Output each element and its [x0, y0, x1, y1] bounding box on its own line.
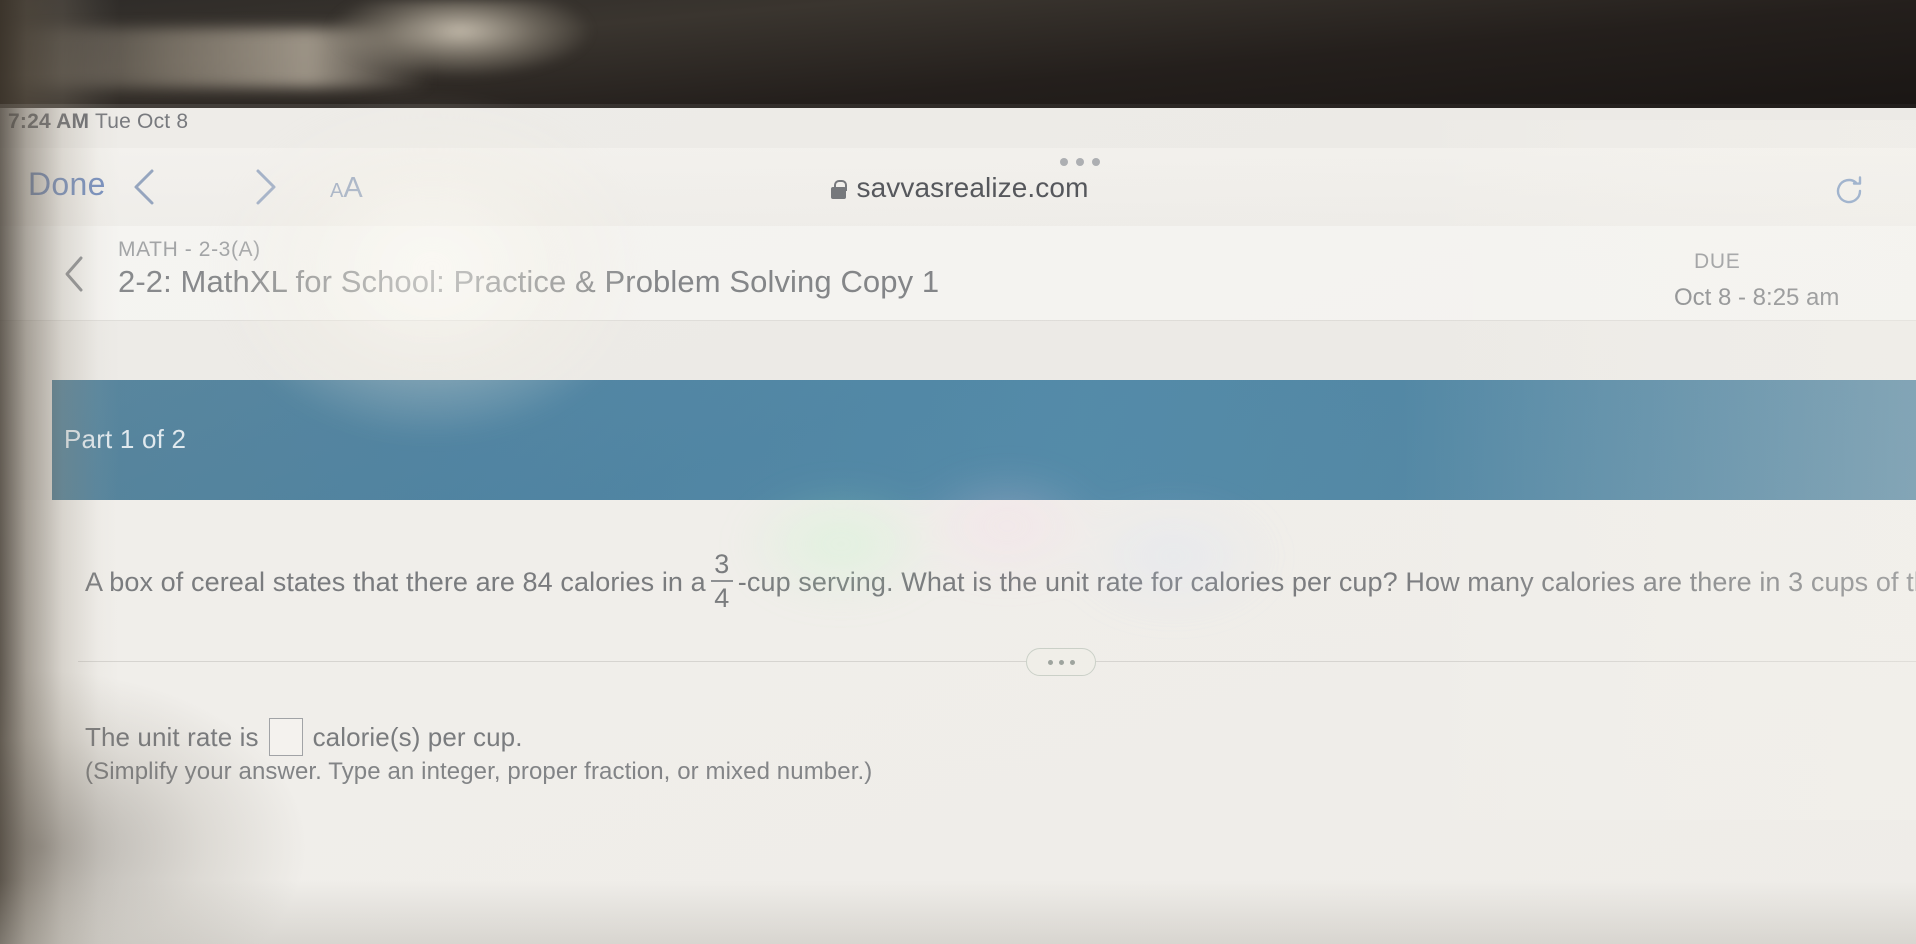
answer-suffix: calorie(s) per cup. — [312, 721, 523, 752]
answer-input[interactable] — [268, 718, 303, 756]
address-bar[interactable]: savvasrealize.com — [620, 166, 1300, 210]
forward-button[interactable] — [248, 166, 282, 208]
assignment-title: 2-2: MathXL for School: Practice & Probl… — [118, 264, 940, 299]
answer-hint: (Simplify your answer. Type an integer, … — [85, 758, 873, 785]
status-bar-date: Tue Oct 8 — [95, 110, 189, 133]
fraction-denominator: 4 — [714, 583, 730, 613]
question-text: A box of cereal states that there are 84… — [85, 549, 1916, 613]
part-banner: Part 1 of 2 — [52, 380, 1916, 500]
status-bar-time: 7:24 AM — [8, 110, 90, 133]
question-text-after: -cup serving. What is the unit rate for … — [737, 566, 1916, 597]
assignment-course: MATH - 2-3(A) — [118, 238, 261, 261]
answer-prefix: The unit rate is — [85, 721, 259, 752]
lock-icon — [831, 179, 848, 199]
fraction-numerator: 3 — [714, 549, 730, 579]
text-size-button[interactable]: AA — [330, 172, 363, 205]
part-banner-label: Part 1 of 2 — [64, 424, 187, 454]
fraction-bar — [710, 580, 733, 582]
status-bar: 7:24 AM Tue Oct 8 — [0, 104, 1916, 148]
assignment-header: MATH - 2-3(A) 2-2: MathXL for School: Pr… — [0, 226, 1916, 321]
divider-line — [78, 661, 1916, 662]
tabs-overflow-icon[interactable] — [1060, 158, 1100, 166]
back-button[interactable] — [128, 166, 162, 208]
done-button[interactable]: Done — [28, 166, 106, 203]
device-photo: 7:24 AM Tue Oct 8 Done AA savvasrealize.… — [0, 0, 1916, 944]
text-size-small-a: A — [330, 180, 344, 202]
browser-toolbar: Done AA savvasrealize.com — [0, 148, 1916, 227]
assignment-back-button[interactable] — [60, 254, 90, 294]
due-label: DUE — [1694, 250, 1741, 273]
fraction-three-fourths: 3 4 — [710, 549, 733, 613]
text-size-large-a: A — [343, 172, 363, 204]
address-bar-url: savvasrealize.com — [856, 172, 1089, 203]
bezel-glare-patch — [330, 0, 590, 78]
divider-more-button[interactable] — [1026, 648, 1096, 676]
ipad-screen: 7:24 AM Tue Oct 8 Done AA savvasrealize.… — [0, 104, 1916, 944]
due-value: Oct 8 - 8:25 am — [1674, 284, 1840, 311]
answer-statement: The unit rate is calorie(s) per cup. — [85, 718, 523, 756]
section-divider — [0, 648, 1916, 676]
question-body: A box of cereal states that there are 84… — [0, 500, 1916, 944]
reload-icon[interactable] — [1832, 174, 1866, 208]
question-text-before: A box of cereal states that there are 84… — [85, 566, 706, 597]
